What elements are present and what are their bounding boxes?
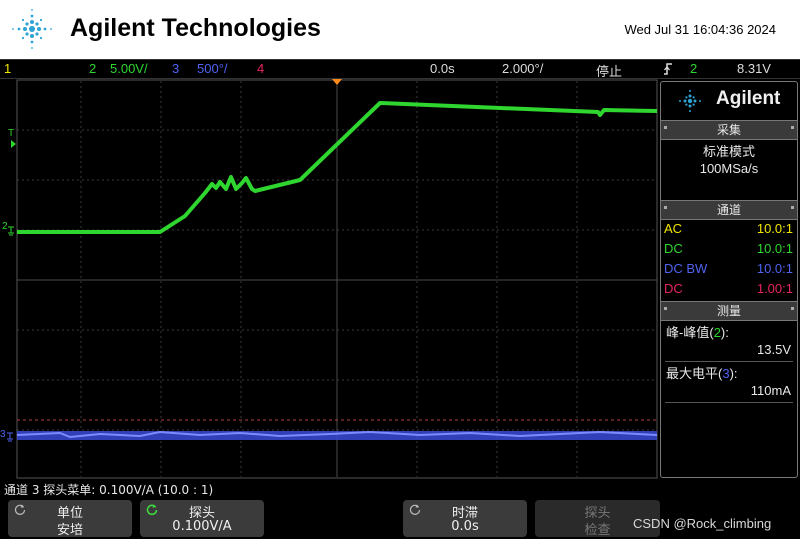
sample-rate: 100MSa/s [699,161,759,176]
skew-softkey[interactable]: 时滞 0.0s [403,500,527,537]
watermark: CSDN @Rock_climbing [633,516,772,531]
timebase: 2.000°/ [502,61,544,76]
unit-softkey-value: 安培 [56,523,83,538]
ch3-scale: 500°/ [197,61,228,76]
measure1-label: 峰-峰值(2): [666,325,729,340]
brand-name: Agilent Technologies [70,14,321,42]
ch3-ground-label: 3 [0,429,6,440]
ch1-coupling: AC [664,221,683,236]
ch4-probe-ratio: 1.00:1 [756,281,793,296]
run-state: 停止 [596,64,623,79]
trigger-level-label: T [8,128,14,139]
unit-softkey[interactable]: 单位 安培 [8,500,132,538]
ch1-indicator[interactable]: 1 [4,61,11,76]
measure2-label: 最大电平(3): [666,366,738,381]
menu-status-line: 通道 3 探头菜单: 0.100V/A (10.0 : 1) [4,483,214,497]
skew-softkey-value: 0.0s [451,519,479,534]
agilent-small-logo-icon [679,90,701,112]
panel-brand: Agilent [716,88,781,109]
acquire-mode: 标准模式 [702,144,755,159]
agilent-logo-icon [12,9,52,49]
header-bar: Agilent Technologies Wed Jul 31 16:04:36… [0,0,800,59]
ch2-coupling: DC [664,241,683,256]
trigger-source: 2 [690,61,698,76]
acquire-section-title[interactable]: 采集 [661,120,797,140]
horizontal-delay: 0.0s [430,61,455,76]
ch3-coupling: DC BW [664,261,708,276]
ch3-waveform [16,430,658,440]
ch2-ground-label: 2 [2,221,8,232]
ch2-probe-ratio: 10.0:1 [756,241,793,256]
measure-section-title[interactable]: 测量 [661,301,797,321]
trigger-level: 8.31V [737,61,771,76]
ch4-indicator[interactable]: 4 [257,61,264,76]
channel-status-bar: 1 2 5.00V/ 3 500°/ 4 0.0s 2.000°/ 停止 2 8… [0,59,800,79]
measure1-value: 13.5V [757,342,791,357]
ch3-probe-ratio: 10.0:1 [756,261,793,276]
ch2-scale: 5.00V/ [110,61,148,76]
probe-softkey[interactable]: 探头 0.100V/A [140,500,264,537]
channel-section-title[interactable]: 通道 [661,200,797,220]
side-panel: Agilent 采集 标准模式 100MSa/s 通道 AC 10.0:1 DC… [660,81,798,478]
ch2-indicator[interactable]: 2 [89,61,96,76]
waveform-display[interactable]: T 2 3 [0,79,660,479]
measure2-value: 110mA [750,383,791,398]
ch3-indicator[interactable]: 3 [172,61,179,76]
ch1-probe-ratio: 10.0:1 [756,221,793,236]
ch4-coupling: DC [664,281,683,296]
trigger-edge-icon [662,62,674,79]
date-time: Wed Jul 31 16:04:36 2024 [624,22,776,37]
probe-softkey-value: 0.100V/A [172,519,232,534]
